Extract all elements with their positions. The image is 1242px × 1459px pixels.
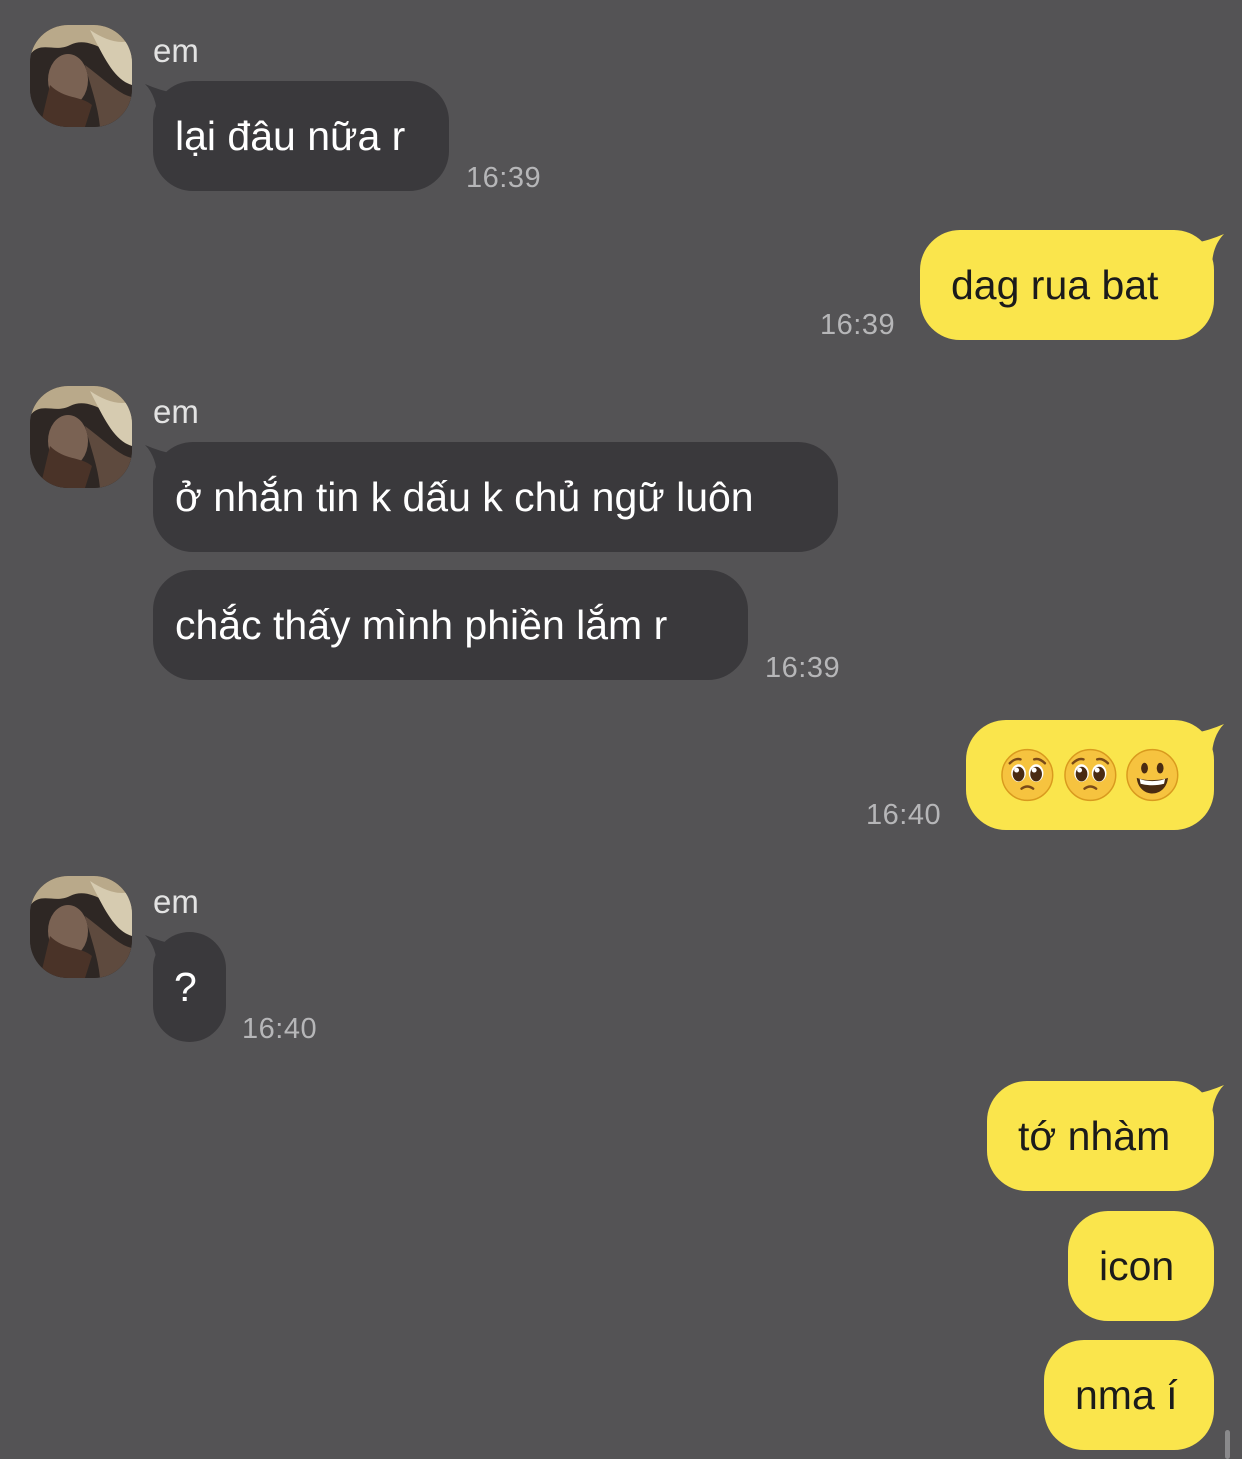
contact-avatar[interactable] (30, 25, 132, 127)
grinning-face-icon (1126, 748, 1179, 802)
bubble-tail (1196, 234, 1224, 266)
scrollbar[interactable] (1225, 1430, 1230, 1459)
message-text: ? (174, 964, 197, 1010)
bubble-tail (1196, 1085, 1224, 1117)
avatar-photo-icon (30, 876, 132, 978)
message-text: lại đâu nữa r (175, 113, 406, 159)
message-text: icon (1099, 1243, 1175, 1289)
incoming-message-bubble[interactable]: chắc thấy mình phiền lắm r (153, 570, 748, 680)
bubble-tail (1196, 724, 1224, 756)
incoming-message-bubble[interactable]: ở nhắn tin k dấu k chủ ngữ luôn (153, 442, 838, 552)
sender-name: em (153, 883, 199, 920)
pleading-face-icon (1063, 748, 1117, 802)
message-timestamp: 16:39 (466, 162, 542, 194)
pleading-face-icon (1001, 748, 1054, 802)
emoji-row (1000, 720, 1180, 830)
message-text: nma í (1075, 1372, 1178, 1418)
message-timestamp: 16:40 (866, 799, 942, 831)
contact-avatar[interactable] (30, 386, 132, 488)
outgoing-message-bubble[interactable]: icon (1068, 1211, 1214, 1321)
message-timestamp: 16:40 (242, 1013, 318, 1045)
message-text: tớ nhàm (1018, 1113, 1171, 1159)
outgoing-message-bubble[interactable]: tớ nhàm (987, 1081, 1214, 1191)
avatar-photo-icon (30, 25, 132, 127)
avatar-photo-icon (30, 386, 132, 488)
message-timestamp: 16:39 (765, 652, 841, 684)
outgoing-message-bubble[interactable] (966, 720, 1214, 830)
sender-name: em (153, 393, 199, 430)
outgoing-message-bubble[interactable]: nma í (1044, 1340, 1214, 1450)
contact-avatar[interactable] (30, 876, 132, 978)
incoming-message-bubble[interactable]: ? (153, 932, 226, 1042)
message-timestamp: 16:39 (820, 309, 896, 341)
message-text: chắc thấy mình phiền lắm r (175, 602, 668, 648)
outgoing-message-bubble[interactable]: dag rua bat (920, 230, 1214, 340)
incoming-message-bubble[interactable]: lại đâu nữa r (153, 81, 449, 191)
message-text: ở nhắn tin k dấu k chủ ngữ luôn (175, 474, 754, 520)
message-text: dag rua bat (951, 262, 1159, 308)
sender-name: em (153, 32, 199, 69)
